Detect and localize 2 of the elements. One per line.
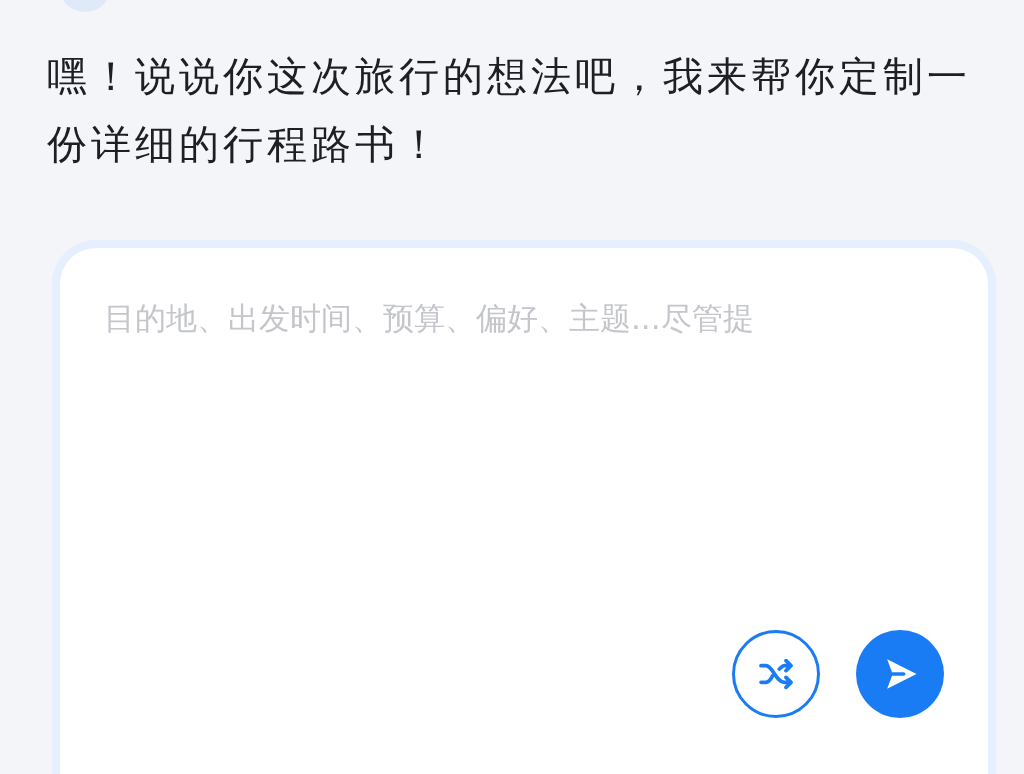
- input-field[interactable]: 目的地、出发时间、预算、偏好、主题...尽管提: [60, 248, 988, 774]
- assistant-message: 嘿！说说你这次旅行的想法吧，我来帮你定制一份详细的行程路书！: [47, 52, 972, 169]
